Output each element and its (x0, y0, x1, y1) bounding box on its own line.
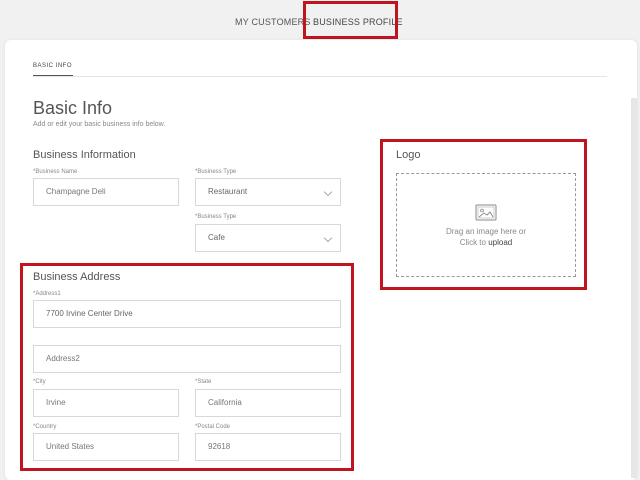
business-subtype-select[interactable]: Cafe (195, 224, 341, 252)
postal-code-field[interactable]: 92618 (195, 433, 341, 461)
dropzone-line2: Click to upload (397, 237, 575, 248)
business-type-select[interactable]: Restaurant (195, 178, 341, 206)
vertical-scrollbar[interactable] (631, 98, 637, 478)
top-navigation: MY CUSTOMERS BUSINESS PROFILE (0, 0, 640, 40)
upload-link[interactable]: upload (488, 238, 512, 247)
dropzone-prefix: Click to (459, 238, 489, 247)
dropzone-line1: Drag an image here or (445, 227, 527, 236)
postal-code-label: *Postal Code (195, 424, 231, 430)
image-icon (475, 204, 497, 226)
city-label: *City (33, 379, 46, 385)
address1-field[interactable]: 7700 Irvine Center Drive (33, 300, 341, 328)
city-field[interactable]: Irvine (33, 389, 179, 417)
business-subtype-value: Cafe (208, 233, 225, 242)
logo-heading: Logo (396, 149, 421, 161)
business-subtype-label: *Business Type (195, 214, 237, 220)
state-label: *State (195, 379, 212, 385)
address1-label: *Address1 (33, 291, 61, 297)
subtab-divider (33, 76, 607, 77)
address2-field[interactable]: Address2 (33, 345, 341, 373)
page-subtitle: Add or edit your basic business info bel… (33, 121, 166, 128)
business-name-field[interactable]: Champagne Deli (33, 178, 179, 206)
logo-dropzone[interactable]: Drag an image here or Click to upload (396, 173, 576, 277)
subtab-basic-info[interactable]: BASIC INFO (33, 63, 72, 69)
chevron-down-icon (323, 233, 333, 243)
business-name-label: *Business Name (33, 169, 78, 175)
business-type-label: *Business Type (195, 169, 237, 175)
business-address-heading: Business Address (33, 271, 121, 283)
country-label: *Country (33, 424, 57, 430)
page-title: Basic Info (33, 98, 113, 118)
business-type-value: Restaurant (208, 187, 248, 196)
business-information-heading: Business Information (33, 149, 136, 161)
dropzone-instructions: Drag an image here or Click to upload (397, 226, 575, 248)
tab-my-customers[interactable]: MY CUSTOMERS (235, 12, 311, 32)
highlight-box-business-profile (303, 1, 398, 39)
country-field[interactable]: United States (33, 433, 179, 461)
state-field[interactable]: California (195, 389, 341, 417)
chevron-down-icon (323, 187, 333, 197)
